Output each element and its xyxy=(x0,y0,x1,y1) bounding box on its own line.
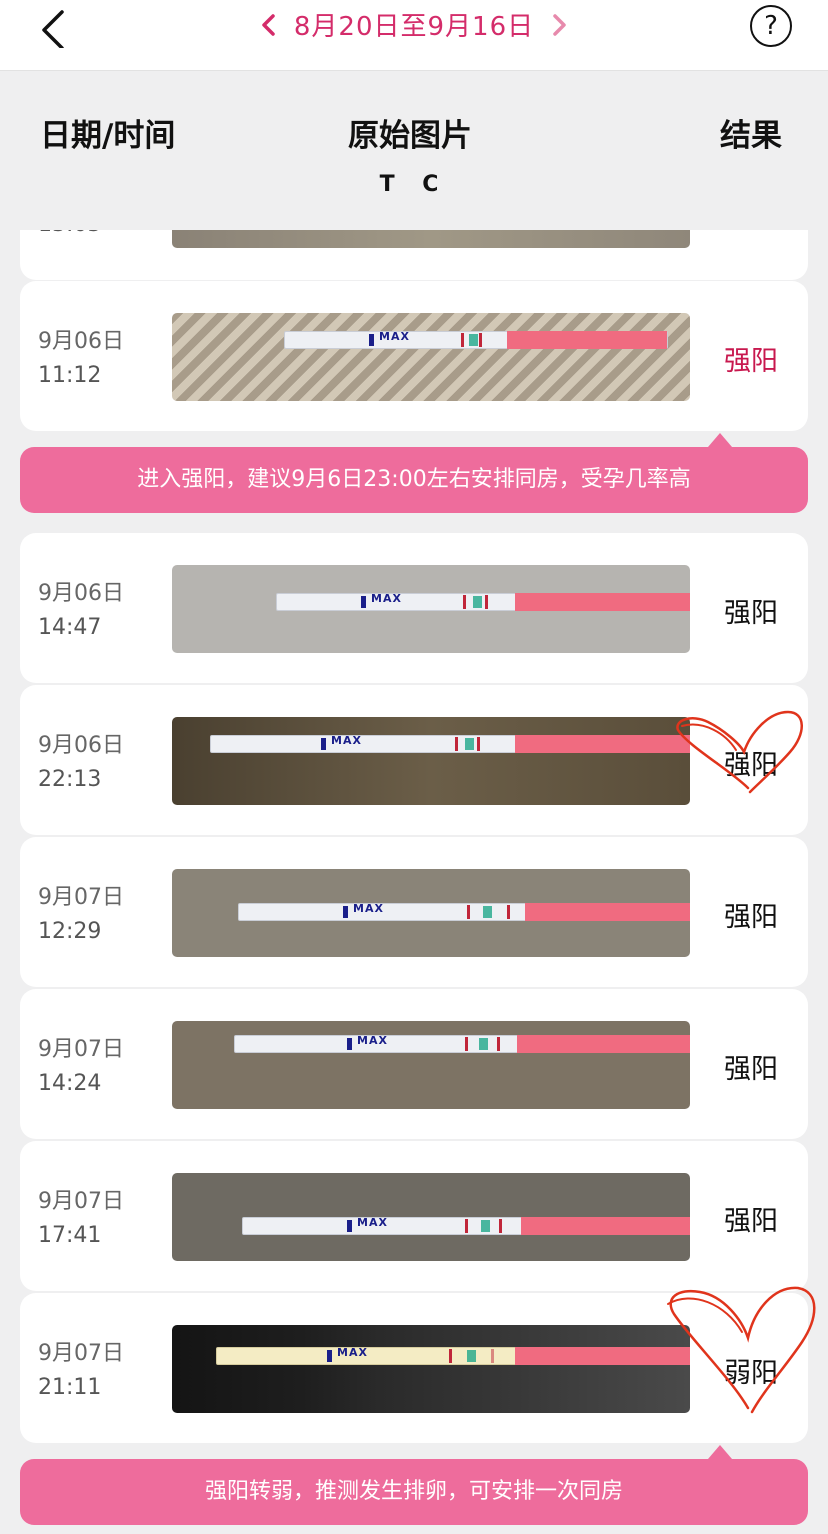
test-strip: MAX xyxy=(238,902,690,921)
record-time: 14:47 xyxy=(38,615,102,640)
date-range-selector: 8月20日至9月16日 xyxy=(0,6,828,43)
strip-photo[interactable]: MAX xyxy=(172,1173,690,1261)
advice-banner: 进入强阳，建议9月6日23:00左右安排同房，受孕几率高 xyxy=(20,433,808,513)
record-card[interactable]: 9月07日 14:24 MAX 强阳 xyxy=(20,989,808,1139)
tc-line-label: T C xyxy=(379,172,449,197)
record-date: 9月07日 xyxy=(38,1341,124,1366)
test-strip: MAX xyxy=(216,1346,690,1365)
result-label: 强阳 xyxy=(724,1206,778,1237)
record-card[interactable]: 9月06日 14:47 MAX 强阳 xyxy=(20,533,808,683)
record-date: 9月06日 xyxy=(38,581,124,606)
test-strip: MAX xyxy=(234,1034,690,1053)
result-label: 强阳 xyxy=(724,902,778,933)
help-icon[interactable]: ? xyxy=(750,5,792,47)
record-time: 13:03 xyxy=(38,212,102,237)
column-header-image: 原始图片 xyxy=(348,118,472,154)
test-strip: MAX xyxy=(276,592,690,611)
record-date: 9月06日 xyxy=(38,329,124,354)
test-strip: MAX xyxy=(210,734,690,753)
column-header-date-time: 日期/时间 xyxy=(40,118,176,154)
record-card[interactable]: 9月06日 11:12 MAX 强阳 xyxy=(20,281,808,431)
record-card[interactable]: 9月07日 17:41 MAX 强阳 xyxy=(20,1141,808,1291)
chevron-right-icon[interactable] xyxy=(553,13,567,36)
record-date: 9月06日 xyxy=(38,733,124,758)
record-time: 14:24 xyxy=(38,1071,102,1096)
result-label: 强阳 xyxy=(724,346,778,377)
record-time: 17:41 xyxy=(38,1223,102,1248)
result-label: 强阳 xyxy=(724,598,778,629)
strip-photo[interactable]: MAX xyxy=(172,565,690,653)
strip-photo[interactable]: MAX xyxy=(172,869,690,957)
chevron-left-icon[interactable] xyxy=(261,13,275,36)
result-label: 强阳 xyxy=(724,1054,778,1085)
top-bar: 8月20日至9月16日 ? xyxy=(0,0,828,71)
heart-scribble-icon xyxy=(676,710,803,794)
test-strip: MAX xyxy=(242,1216,690,1235)
record-date: 9月07日 xyxy=(38,1189,124,1214)
strip-photo[interactable]: MAX xyxy=(172,313,690,401)
advice-banner: 强阳转弱，推测发生排卵，可安排一次同房 xyxy=(20,1445,808,1525)
record-date: 9月07日 xyxy=(38,885,124,910)
record-time: 21:11 xyxy=(38,1375,102,1400)
record-time: 22:13 xyxy=(38,767,102,792)
advice-text: 强阳转弱，推测发生排卵，可安排一次同房 xyxy=(204,1479,623,1504)
record-time: 12:29 xyxy=(38,919,102,944)
strip-photo[interactable]: MAX xyxy=(172,1325,690,1413)
advice-text: 进入强阳，建议9月6日23:00左右安排同房，受孕几率高 xyxy=(137,467,691,492)
column-header-result: 结果 xyxy=(720,118,782,154)
strip-photo[interactable]: MAX xyxy=(172,717,690,805)
strip-photo[interactable] xyxy=(172,230,690,248)
strip-photo[interactable]: MAX xyxy=(172,1021,690,1109)
heart-scribble-icon xyxy=(667,1286,816,1414)
partial-record-card[interactable]: 13:03 xyxy=(20,212,808,280)
test-strip: MAX xyxy=(284,330,668,349)
record-card[interactable]: 9月07日 12:29 MAX 强阳 xyxy=(20,837,808,987)
record-time: 11:12 xyxy=(38,363,102,388)
record-date: 9月07日 xyxy=(38,1037,124,1062)
date-range-label: 8月20日至9月16日 xyxy=(293,12,535,42)
